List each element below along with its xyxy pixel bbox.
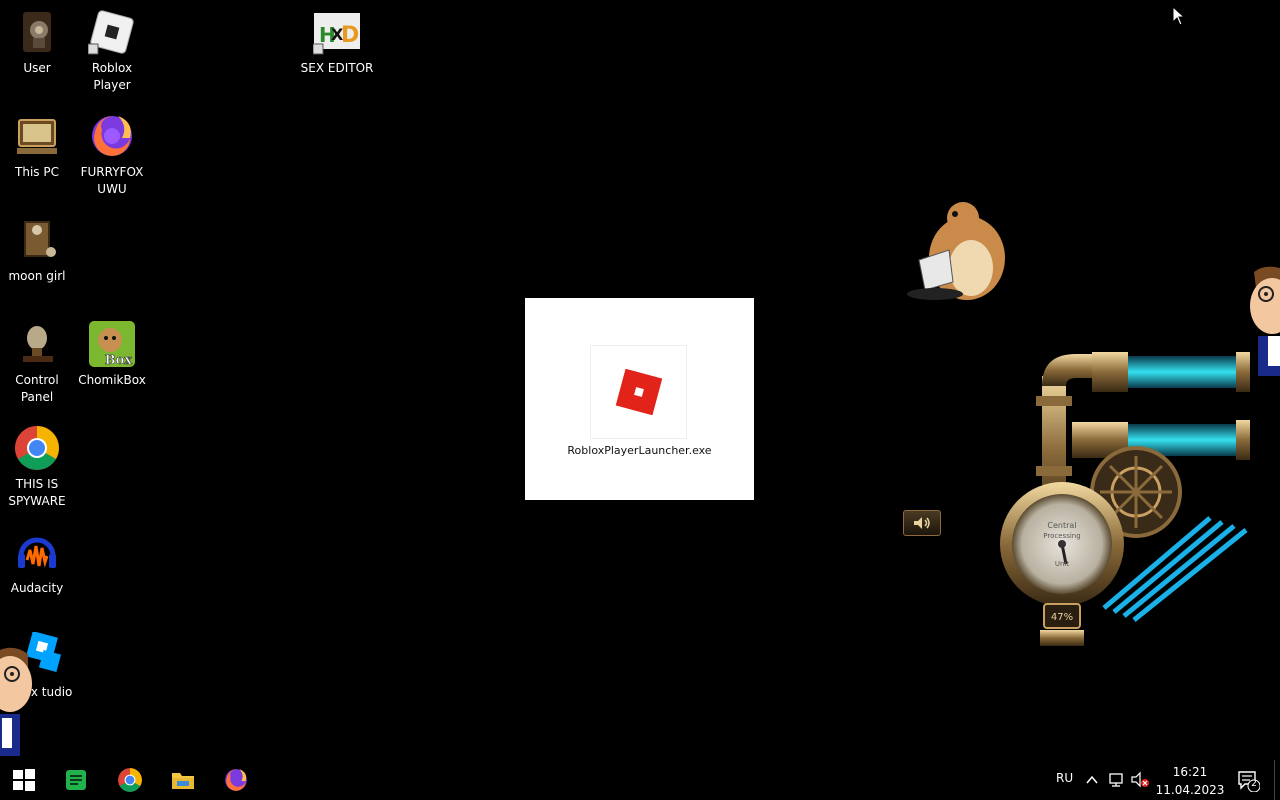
chrome-icon: [13, 424, 61, 472]
desktop-icon-label: THIS IS SPYWARE: [8, 477, 66, 508]
svg-text:D: D: [341, 23, 359, 48]
show-hidden-icons-button[interactable]: [1084, 772, 1100, 788]
desktop-icon-label: moon girl: [8, 269, 66, 283]
desktop-icon-user[interactable]: User: [0, 8, 74, 77]
speaker-muted-icon: [1131, 771, 1149, 788]
cartoon-character-left: [0, 644, 34, 758]
desktop-icon-label: Audacity: [10, 581, 64, 595]
speaker-icon: [914, 517, 930, 529]
taskbar-file-explorer[interactable]: [159, 760, 207, 800]
start-button[interactable]: [0, 760, 48, 800]
desktop-icon-label: Control Panel: [15, 373, 59, 404]
launcher-tile: [590, 345, 687, 439]
cpu-meter-gadget[interactable]: Central Processing Unit 47%: [996, 346, 1256, 650]
desktop-icon-moon-girl[interactable]: moon girl: [0, 216, 74, 285]
roblox-player-icon: [88, 8, 136, 56]
desktop-icon-furryfox[interactable]: FURRYFOX UWU: [75, 112, 149, 198]
audacity-icon: [13, 528, 61, 576]
dial-label-3: Unit: [1055, 560, 1070, 568]
notification-count-badge: 2: [1251, 779, 1257, 789]
chrome-icon: [118, 768, 142, 792]
desktop-icon-chomikbox[interactable]: Box ChomikBox: [75, 320, 149, 389]
desktop-icon-this-pc[interactable]: This PC: [0, 112, 74, 181]
taskbar-notes-app[interactable]: [52, 760, 100, 800]
windows-logo-icon: [13, 769, 35, 791]
mouse-cursor: [1172, 5, 1186, 26]
taskbar: RU 2: [0, 760, 1280, 800]
clock-date: 11.04.2023: [1155, 783, 1225, 797]
desktop-icon-roblox-player[interactable]: Roblox Player: [75, 8, 149, 94]
show-desktop-button[interactable]: [1274, 760, 1280, 800]
firefox-icon: [88, 112, 136, 160]
hamster-icon: [907, 202, 1005, 300]
dial-label-2: Processing: [1043, 532, 1080, 540]
desktop-icon-label: FURRYFOX UWU: [80, 165, 144, 196]
taskbar-chrome[interactable]: [106, 760, 154, 800]
desktop-icon-sex-editor[interactable]: H X D SEX EDITOR: [300, 8, 374, 77]
firefox-icon: [225, 769, 247, 791]
volume-button[interactable]: [1130, 771, 1150, 789]
roblox-launcher-splash: RobloxPlayerLauncher.exe: [525, 298, 754, 500]
clock-time: 16:21: [1172, 765, 1208, 779]
chevron-up-icon: [1086, 775, 1098, 784]
taskbar-clock[interactable]: 16:21 11.04.2023: [1152, 763, 1228, 799]
launcher-filename: RobloxPlayerLauncher.exe: [567, 444, 712, 457]
desktop-icon-label: Roblox Player: [91, 61, 133, 92]
volume-gadget[interactable]: [903, 510, 941, 536]
dial-label-1: Central: [1047, 521, 1076, 530]
cartoon-face-icon: [0, 647, 32, 756]
this-pc-icon: [13, 112, 61, 160]
desktop-icon-control-panel[interactable]: Control Panel: [0, 320, 74, 406]
svg-text:Box: Box: [105, 353, 133, 368]
desktop-icon-audacity[interactable]: Audacity: [0, 528, 74, 597]
network-status-button[interactable]: [1108, 771, 1126, 789]
desktop-icon-label: User: [23, 61, 51, 75]
control-panel-icon: [13, 320, 61, 368]
cursor-arrow-icon: [1172, 5, 1186, 26]
hamster-gadget[interactable]: [905, 198, 1009, 304]
desktop: User This PC moon girl Control Panel THI…: [0, 0, 1280, 760]
desktop-icon-label: SEX EDITOR: [300, 61, 374, 75]
roblox-logo-icon: [615, 368, 663, 416]
user-folder-icon: [13, 8, 61, 56]
desktop-icon-this-is-spyware[interactable]: THIS IS SPYWARE: [0, 424, 74, 510]
chomikbox-icon: Box: [88, 320, 136, 368]
input-language-indicator[interactable]: RU: [1056, 771, 1073, 785]
folder-icon: [13, 216, 61, 264]
cpu-percent: 47%: [1051, 612, 1073, 623]
desktop-icon-label: ChomikBox: [78, 373, 146, 387]
xd-editor-icon: H X D: [313, 8, 361, 56]
notification-center-button[interactable]: 2: [1236, 768, 1261, 793]
network-icon: [1109, 773, 1123, 787]
notes-app-icon: [66, 770, 86, 790]
desktop-icon-label: This PC: [15, 165, 59, 179]
file-explorer-icon: [172, 773, 194, 789]
taskbar-firefox[interactable]: [212, 760, 260, 800]
